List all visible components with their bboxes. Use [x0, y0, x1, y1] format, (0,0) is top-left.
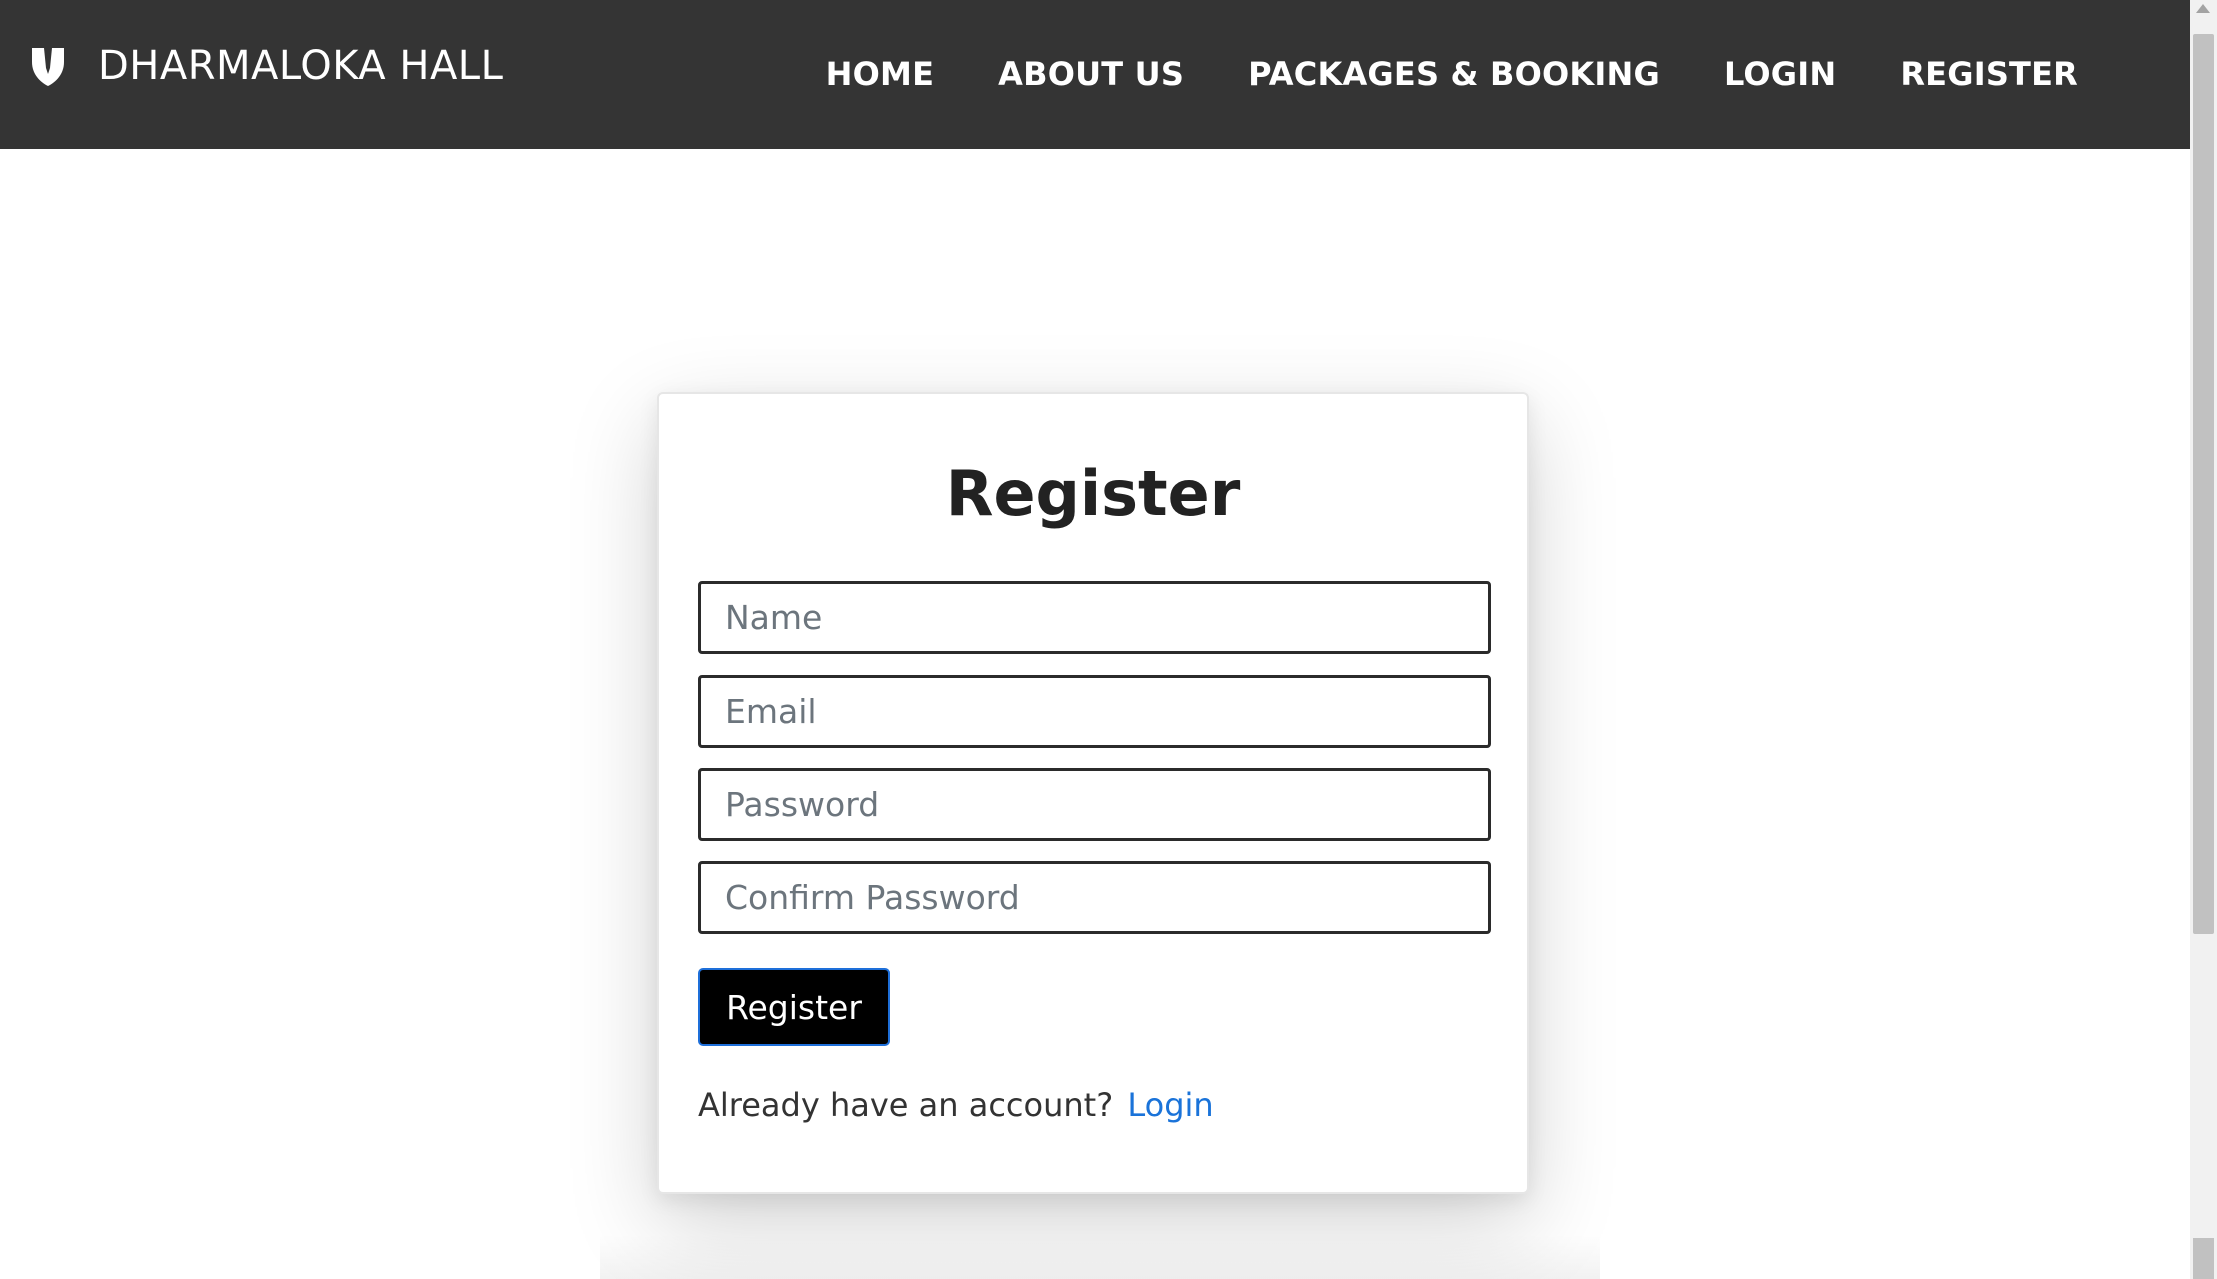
email-input[interactable]	[698, 675, 1491, 748]
nav-menu: HOME ABOUT US PACKAGES & BOOKING LOGIN R…	[794, 48, 2110, 100]
vertical-scrollbar[interactable]	[2190, 0, 2217, 1279]
nav-link-home[interactable]: HOME	[794, 48, 967, 100]
nav-link-register[interactable]: REGISTER	[1868, 48, 2110, 100]
register-title: Register	[945, 457, 1241, 530]
nav-item-about-us: ABOUT US	[966, 48, 1216, 100]
brand-name: DHARMALOKA HALL	[98, 43, 504, 89]
scroll-up-arrow-icon[interactable]	[2196, 4, 2210, 13]
nav-item-register: REGISTER	[1868, 48, 2110, 100]
register-card: Register Register Already have an accoun…	[657, 392, 1529, 1194]
brand-link[interactable]: DHARMALOKA HALL	[28, 36, 503, 96]
nav-item-packages-booking: PACKAGES & BOOKING	[1216, 48, 1692, 100]
register-button[interactable]: Register	[698, 968, 890, 1046]
login-link[interactable]: Login	[1127, 1086, 1213, 1124]
login-prompt-text: Already have an account?	[698, 1086, 1114, 1124]
nav-link-about-us[interactable]: ABOUT US	[966, 48, 1216, 100]
nav-link-packages-booking[interactable]: PACKAGES & BOOKING	[1216, 48, 1692, 100]
nav-item-home: HOME	[794, 48, 967, 100]
name-input[interactable]	[698, 581, 1491, 654]
scrollbar-thumb[interactable]	[2193, 34, 2214, 934]
login-prompt-line: Already have an account? Login	[698, 1082, 1214, 1128]
nav-item-login: LOGIN	[1692, 48, 1868, 100]
shield-logo-icon	[28, 44, 68, 88]
page: DHARMALOKA HALL HOME ABOUT US PACKAGES &…	[0, 0, 2217, 1279]
top-navbar: DHARMALOKA HALL HOME ABOUT US PACKAGES &…	[0, 0, 2190, 149]
card-shadow-fade	[600, 1235, 1600, 1279]
scrollbar-lower-segment[interactable]	[2193, 1238, 2214, 1279]
confirm-password-input[interactable]	[698, 861, 1491, 934]
nav-link-login[interactable]: LOGIN	[1692, 48, 1868, 100]
password-input[interactable]	[698, 768, 1491, 841]
